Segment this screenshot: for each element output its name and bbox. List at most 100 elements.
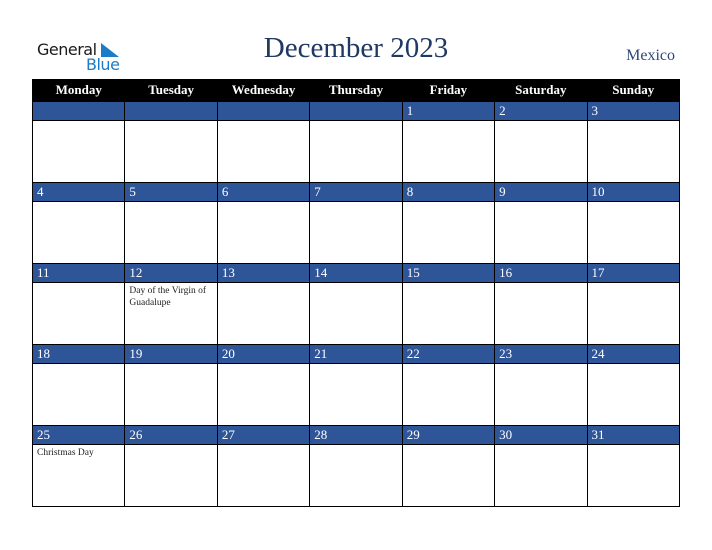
day-cell[interactable]: 10 (586, 182, 681, 264)
day-cell[interactable]: 17 (586, 263, 681, 345)
day-number: 28 (310, 426, 402, 445)
day-number: 7 (310, 183, 402, 202)
weekday-header-row: Monday Tuesday Wednesday Thursday Friday Satu… (31, 79, 681, 102)
day-cell[interactable]: 26 (124, 425, 218, 507)
day-body (495, 364, 586, 425)
day-body (218, 364, 309, 425)
day-cell[interactable]: 19 (124, 344, 218, 426)
day-number: 20 (217, 345, 310, 364)
day-body (588, 202, 679, 263)
day-number (217, 102, 310, 121)
day-number: 4 (33, 183, 125, 202)
day-cell[interactable]: 15 (401, 263, 496, 345)
day-body (310, 121, 401, 182)
day-cell[interactable]: 25 Christmas Day (31, 425, 126, 507)
day-cell[interactable]: 27 (216, 425, 311, 507)
day-body (33, 121, 124, 182)
day-number: 15 (402, 264, 495, 283)
day-number: 30 (495, 426, 587, 445)
day-cell[interactable]: 18 (31, 344, 126, 426)
weekday-wednesday: Wednesday (216, 79, 311, 102)
empty-cell (216, 101, 311, 183)
day-number: 21 (310, 345, 402, 364)
day-number: 16 (495, 264, 587, 283)
day-number: 8 (402, 183, 495, 202)
day-body (495, 121, 586, 182)
empty-cell (124, 101, 218, 183)
day-cell[interactable]: 9 (494, 182, 588, 264)
day-cell[interactable]: 30 (494, 425, 588, 507)
day-cell[interactable]: 20 (216, 344, 311, 426)
day-body (403, 202, 494, 263)
day-cell[interactable]: 11 (31, 263, 126, 345)
day-body (125, 121, 216, 182)
day-body (310, 364, 401, 425)
empty-cell (309, 101, 403, 183)
day-number: 31 (587, 426, 679, 445)
calendar-grid: Monday Tuesday Wednesday Thursday Friday Satu… (31, 79, 681, 507)
day-number: 18 (33, 345, 125, 364)
day-number: 6 (217, 183, 310, 202)
day-number: 12 (125, 264, 217, 283)
day-body (310, 445, 401, 506)
week-row: 4 5 6 7 8 9 10 (31, 182, 681, 264)
day-cell[interactable]: 22 (401, 344, 496, 426)
day-cell[interactable]: 31 (586, 425, 681, 507)
day-cell[interactable]: 12 Day of the Virgin of Guadalupe (124, 263, 218, 345)
week-row: 11 12 Day of the Virgin of Guadalupe 13 14 15… (31, 263, 681, 345)
day-body (125, 445, 216, 506)
day-body (495, 202, 586, 263)
day-cell[interactable]: 5 (124, 182, 218, 264)
empty-cell (31, 101, 126, 183)
weekday-sunday: Sunday (586, 79, 681, 102)
day-cell[interactable]: 1 (401, 101, 496, 183)
day-cell[interactable]: 16 (494, 263, 588, 345)
day-body (310, 202, 401, 263)
week-row: 123 (31, 101, 681, 183)
day-number: 5 (125, 183, 217, 202)
weekday-monday: Monday (31, 79, 126, 102)
day-body (33, 283, 124, 344)
day-cell[interactable]: 3 (586, 101, 681, 183)
day-body (403, 445, 494, 506)
day-body (218, 121, 309, 182)
day-body (33, 202, 124, 263)
day-body (218, 202, 309, 263)
day-cell[interactable]: 7 (309, 182, 403, 264)
day-number: 14 (310, 264, 402, 283)
day-cell[interactable]: 24 (586, 344, 681, 426)
day-number (33, 102, 125, 121)
day-cell[interactable]: 29 (401, 425, 496, 507)
day-body (125, 364, 216, 425)
day-number: 17 (587, 264, 679, 283)
day-number: 13 (217, 264, 310, 283)
day-number: 23 (495, 345, 587, 364)
day-cell[interactable]: 23 (494, 344, 588, 426)
day-number: 11 (33, 264, 125, 283)
day-body (495, 283, 586, 344)
day-number (125, 102, 217, 121)
day-cell[interactable]: 13 (216, 263, 311, 345)
day-number: 27 (217, 426, 310, 445)
day-number: 10 (587, 183, 679, 202)
day-body (403, 364, 494, 425)
day-body (403, 283, 494, 344)
day-body (33, 364, 124, 425)
day-body (125, 202, 216, 263)
day-number: 9 (495, 183, 587, 202)
day-number: 3 (587, 102, 679, 121)
day-number: 1 (402, 102, 495, 121)
day-cell[interactable]: 8 (401, 182, 496, 264)
day-cell[interactable]: 14 (309, 263, 403, 345)
day-cell[interactable]: 21 (309, 344, 403, 426)
day-cell[interactable]: 6 (216, 182, 311, 264)
day-body (310, 283, 401, 344)
day-cell[interactable]: 4 (31, 182, 126, 264)
day-cell[interactable]: 2 (494, 101, 588, 183)
day-cell[interactable]: 28 (309, 425, 403, 507)
day-number: 24 (587, 345, 679, 364)
country-label: Mexico (626, 47, 675, 64)
day-number: 29 (402, 426, 495, 445)
page-title: December 2023 (263, 32, 449, 64)
week-row: 25 Christmas Day 26 27 28 29 30 31 (31, 425, 681, 507)
